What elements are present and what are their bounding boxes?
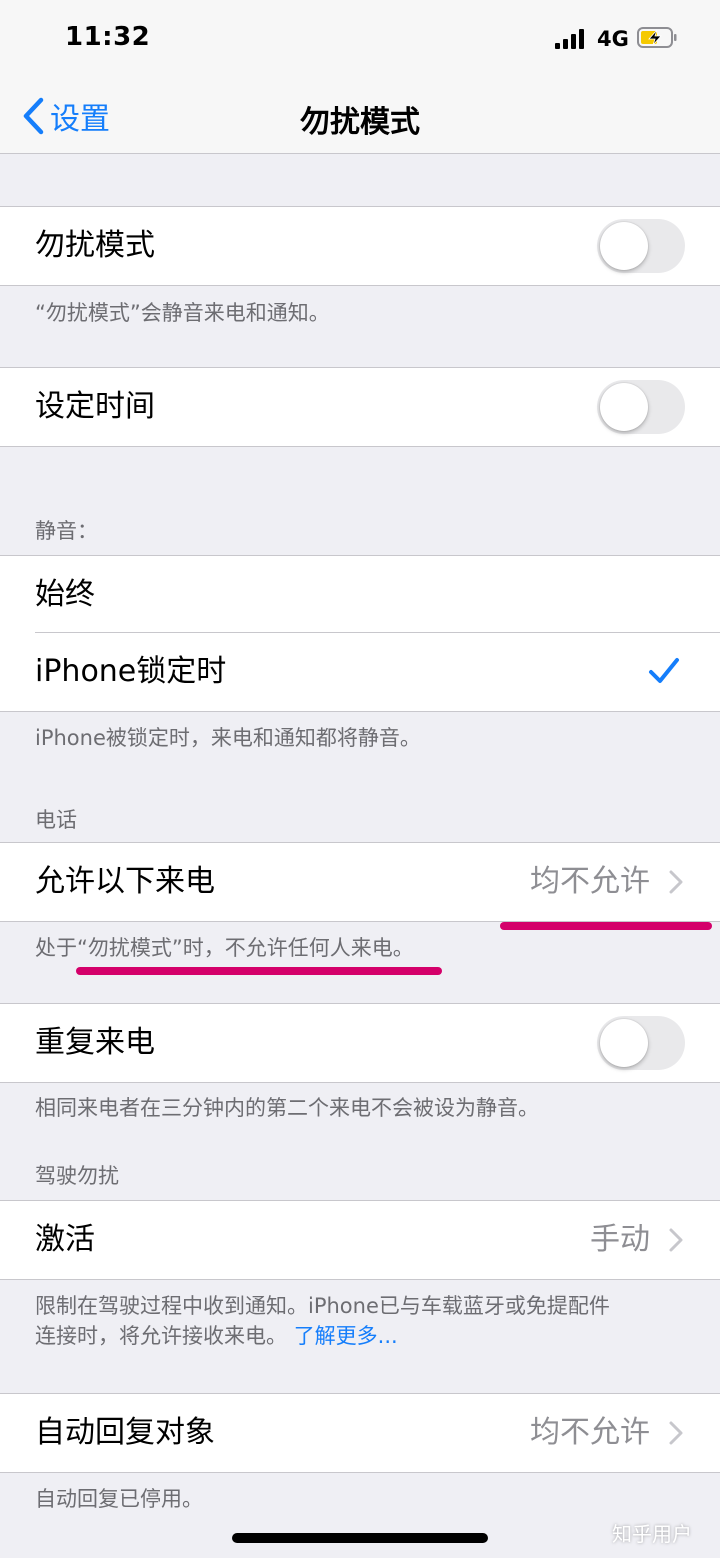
repeated-calls-label: 重复来电 [35, 1025, 155, 1060]
page-title: 勿扰模式 [300, 105, 420, 140]
scheduled-row: 设定时间 [0, 367, 720, 447]
annotation-underline [76, 967, 442, 975]
driving-footer-text: 连接时，将允许接收来电。 [35, 1324, 287, 1348]
repeated-calls-footer: 相同来电者在三分钟内的第二个来电不会被设为静音。 [35, 1096, 539, 1120]
silence-header: 静音： [35, 519, 98, 543]
battery-charging-icon [637, 27, 677, 48]
chevron-right-icon [669, 1421, 683, 1445]
driving-footer: 限制在驾驶过程中收到通知。iPhone已与车载蓝牙或免提配件 连接时，将允许接收… [35, 1291, 675, 1351]
dnd-toggle[interactable] [597, 219, 685, 273]
network-type: 4G [597, 27, 629, 51]
toggle-knob [600, 222, 648, 270]
repeated-calls-toggle[interactable] [597, 1016, 685, 1070]
option-label: 始终 [35, 577, 95, 612]
dnd-label: 勿扰模式 [35, 228, 155, 263]
allow-calls-footer: 处于“勿扰模式”时，不允许任何人来电。 [35, 936, 414, 960]
watermark: 知乎用户 [612, 1522, 692, 1546]
allow-calls-label: 允许以下来电 [35, 864, 215, 899]
allow-calls-row[interactable]: 允许以下来电 均不允许 [0, 842, 720, 922]
checkmark-icon [649, 658, 679, 683]
activate-label: 激活 [35, 1222, 95, 1257]
auto-reply-footer: 自动回复已停用。 [35, 1487, 203, 1511]
scheduled-toggle[interactable] [597, 380, 685, 434]
silence-footer: iPhone被锁定时，来电和通知都将静音。 [35, 726, 421, 750]
dnd-row: 勿扰模式 [0, 206, 720, 286]
learn-more-link[interactable]: 了解更多... [294, 1324, 398, 1348]
cellular-signal-icon [555, 29, 587, 49]
driving-header: 驾驶勿扰 [35, 1164, 119, 1188]
auto-reply-value: 均不允许 [530, 1415, 650, 1450]
auto-reply-row[interactable]: 自动回复对象 均不允许 [0, 1393, 720, 1473]
silence-option-always[interactable]: 始终 [0, 555, 720, 634]
dnd-footer: “勿扰模式”会静音来电和通知。 [35, 301, 330, 325]
activate-row[interactable]: 激活 手动 [0, 1200, 720, 1280]
auto-reply-label: 自动回复对象 [35, 1415, 215, 1450]
option-label: iPhone锁定时 [35, 654, 227, 689]
scheduled-label: 设定时间 [35, 389, 155, 424]
activate-value: 手动 [590, 1222, 650, 1257]
status-time: 11:32 [65, 22, 151, 52]
phone-header: 电话 [35, 808, 77, 832]
driving-footer-line1: 限制在驾驶过程中收到通知。iPhone已与车载蓝牙或免提配件 [35, 1294, 610, 1318]
chevron-right-icon [669, 870, 683, 894]
silence-option-locked[interactable]: iPhone锁定时 [0, 633, 720, 712]
annotation-underline [500, 922, 712, 930]
home-indicator[interactable] [232, 1533, 488, 1543]
repeated-calls-row: 重复来电 [0, 1003, 720, 1083]
driving-footer-line2: 连接时，将允许接收来电。 了解更多... [35, 1321, 675, 1351]
allow-calls-value: 均不允许 [530, 864, 650, 899]
chevron-right-icon [669, 1228, 683, 1252]
toggle-knob [600, 1019, 648, 1067]
toggle-knob [600, 383, 648, 431]
